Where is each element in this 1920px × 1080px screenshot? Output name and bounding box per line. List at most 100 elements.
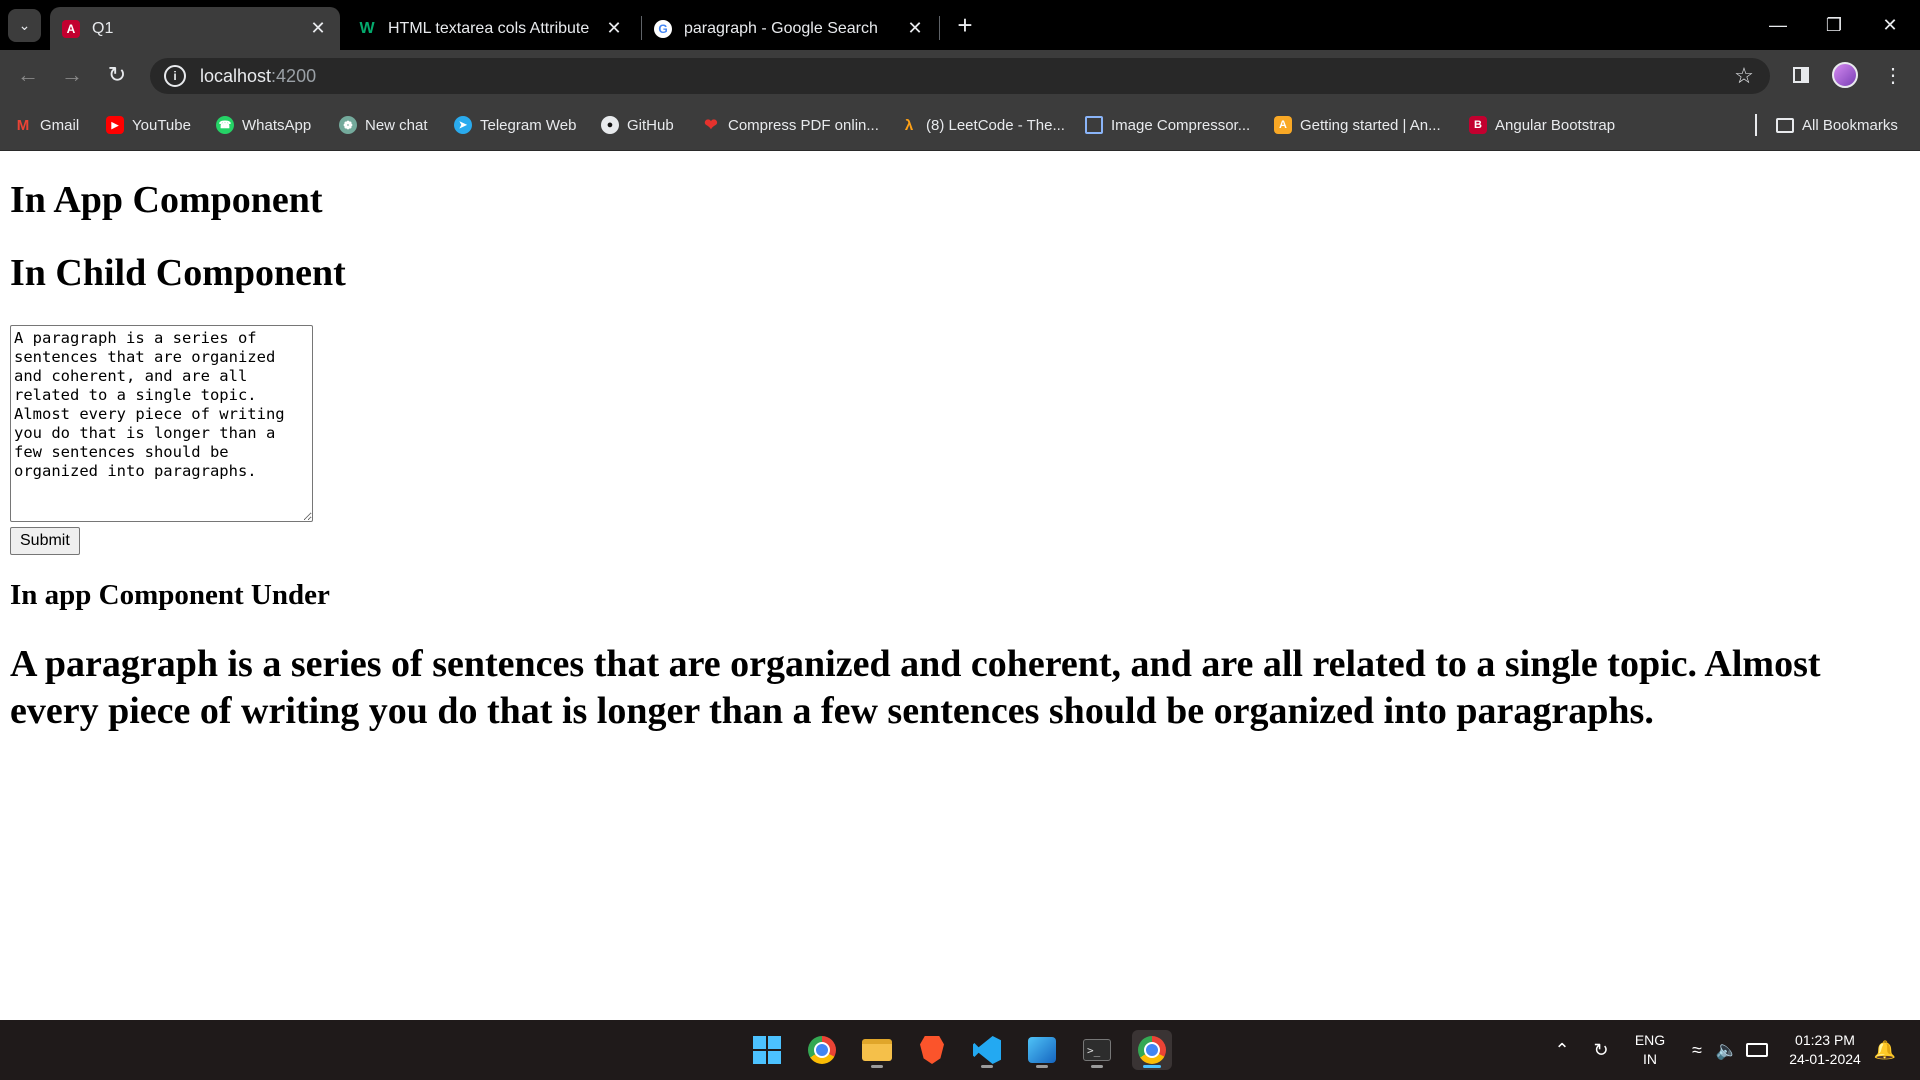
w3schools-icon: W <box>359 19 375 37</box>
taskbar-chrome[interactable] <box>802 1030 842 1070</box>
vscode-icon <box>973 1036 1001 1064</box>
back-button[interactable]: ← <box>12 59 44 91</box>
app-component-under-heading: In app Component Under <box>10 579 330 611</box>
arrow-left-icon: ← <box>17 62 39 87</box>
tab-html-textarea[interactable]: W HTML textarea cols Attribute ✕ <box>346 7 636 50</box>
restore-button[interactable]: ❐ <box>1806 0 1862 50</box>
brave-icon <box>920 1036 944 1064</box>
taskbar-file-explorer[interactable] <box>857 1030 897 1070</box>
taskbar-brave[interactable] <box>912 1030 952 1070</box>
taskbar-terminal[interactable]: >_ <box>1077 1030 1117 1070</box>
tab-title: HTML textarea cols Attribute <box>388 19 590 37</box>
bookmark-gmail[interactable]: M Gmail <box>14 114 79 136</box>
side-panel-button[interactable] <box>1785 59 1817 91</box>
angular-shield-icon: A <box>1274 116 1292 134</box>
tray-volume[interactable]: 🔈 <box>1714 1020 1740 1080</box>
close-icon[interactable]: ✕ <box>308 18 328 39</box>
app-component-heading: In App Component <box>10 179 323 221</box>
forward-button[interactable]: → <box>56 59 88 91</box>
battery-icon <box>1746 1043 1768 1057</box>
all-bookmarks-button[interactable]: All Bookmarks <box>1776 114 1898 136</box>
close-icon[interactable]: ✕ <box>905 18 925 39</box>
bookmark-telegram[interactable]: ➤ Telegram Web <box>454 114 576 136</box>
side-panel-icon <box>1793 67 1809 83</box>
chatgpt-icon: ❁ <box>339 116 357 134</box>
compress-pdf-icon: ❤ <box>704 117 718 134</box>
new-tab-button[interactable]: + <box>950 10 980 40</box>
url-host: localhost <box>200 65 272 86</box>
tray-wifi[interactable]: ≈ <box>1684 1020 1710 1080</box>
chrome-icon <box>808 1036 836 1064</box>
kebab-menu-icon: ⋮ <box>1883 64 1903 87</box>
leetcode-icon: λ <box>904 116 914 134</box>
bookmark-angular-bootstrap[interactable]: B Angular Bootstrap <box>1469 114 1615 136</box>
bookmarks-divider <box>1755 114 1757 136</box>
minimize-button[interactable]: — <box>1750 0 1806 50</box>
bookmark-compress-pdf[interactable]: ❤ Compress PDF onlin... <box>702 114 879 136</box>
tab-google-search[interactable]: G paragraph - Google Search ✕ <box>642 7 937 50</box>
tab-title: Q1 <box>92 19 114 37</box>
bookmark-star-icon[interactable]: ☆ <box>1730 62 1758 90</box>
close-icon[interactable]: ✕ <box>604 18 624 39</box>
angular-icon: A <box>62 19 80 38</box>
chevron-up-icon: ⌃ <box>1554 1039 1570 1060</box>
taskbar-vscode[interactable] <box>967 1030 1007 1070</box>
folder-icon <box>1776 117 1794 133</box>
close-icon: ✕ <box>1882 14 1898 35</box>
photos-icon <box>1028 1037 1056 1063</box>
menu-button[interactable]: ⋮ <box>1877 59 1909 91</box>
bookmark-leetcode[interactable]: λ (8) LeetCode - The... <box>900 114 1065 136</box>
submit-button[interactable]: Submit <box>10 527 80 555</box>
paragraph-textarea[interactable]: A paragraph is a series of sentences tha… <box>10 325 313 522</box>
tab-title: paragraph - Google Search <box>684 19 878 37</box>
bookmark-github[interactable]: ● GitHub <box>601 114 674 136</box>
tray-sync[interactable]: ↻ <box>1588 1020 1614 1080</box>
terminal-icon: >_ <box>1083 1039 1111 1061</box>
telegram-icon: ➤ <box>454 116 472 134</box>
volume-icon: 🔈 <box>1715 1039 1739 1060</box>
image-compressor-icon <box>1085 116 1103 134</box>
youtube-icon: ▶ <box>106 116 124 134</box>
sync-icon: ↻ <box>1593 1039 1609 1060</box>
clock[interactable]: 01:23 PM 24-01-2024 <box>1780 1031 1870 1069</box>
bootstrap-icon: B <box>1469 116 1487 134</box>
start-button[interactable] <box>747 1030 787 1070</box>
bookmarks-bar: M Gmail ▶ YouTube ☎ WhatsApp ❁ New chat … <box>0 100 1920 151</box>
bookmark-youtube[interactable]: ▶ YouTube <box>106 114 191 136</box>
minimize-icon: — <box>1769 14 1787 35</box>
bookmark-new-chat[interactable]: ❁ New chat <box>339 114 428 136</box>
tab-divider <box>939 16 940 40</box>
bookmark-image-compressor[interactable]: Image Compressor... <box>1085 114 1250 136</box>
google-icon: G <box>654 19 672 38</box>
windows-taskbar: >_ ⌃ ↻ ENG IN ≈ 🔈 01:23 PM 24-01-2024 🔔 <box>0 1020 1920 1080</box>
window-close-button[interactable]: ✕ <box>1862 0 1918 50</box>
tab-strip: ⌄ A Q1 ✕ W HTML textarea cols Attribute … <box>0 0 1920 50</box>
bell-icon: 🔔 <box>1873 1039 1897 1060</box>
gmail-icon: M <box>16 116 30 134</box>
bookmark-getting-started[interactable]: A Getting started | An... <box>1274 114 1441 136</box>
tab-search-button[interactable]: ⌄ <box>8 9 41 42</box>
bookmark-whatsapp[interactable]: ☎ WhatsApp <box>216 114 311 136</box>
child-component-heading: In Child Component <box>10 252 346 294</box>
notification-button[interactable]: 🔔 <box>1872 1020 1898 1080</box>
chevron-down-icon: ⌄ <box>18 17 31 33</box>
plus-icon: + <box>957 9 973 40</box>
reload-button[interactable]: ↻ <box>101 59 133 91</box>
taskbar-chrome-active[interactable] <box>1132 1030 1172 1070</box>
taskbar-photos[interactable] <box>1022 1030 1062 1070</box>
tray-battery[interactable] <box>1744 1020 1770 1080</box>
arrow-right-icon: → <box>61 62 83 87</box>
wifi-icon: ≈ <box>1692 1039 1702 1060</box>
chrome-active-icon <box>1138 1036 1166 1064</box>
language-indicator[interactable]: ENG IN <box>1630 1031 1670 1069</box>
file-explorer-icon <box>862 1039 892 1061</box>
tab-q1[interactable]: A Q1 ✕ <box>50 7 340 50</box>
tray-overflow-button[interactable]: ⌃ <box>1550 1020 1574 1080</box>
reload-icon: ↻ <box>107 62 127 87</box>
url-port: :4200 <box>271 65 317 86</box>
browser-toolbar: ← → ↻ i localhost :4200 ☆ ⋮ <box>0 50 1920 100</box>
site-info-icon[interactable]: i <box>164 65 186 87</box>
github-icon: ● <box>601 116 619 134</box>
address-bar[interactable]: i localhost :4200 ☆ <box>150 58 1770 94</box>
profile-avatar[interactable] <box>1832 62 1858 88</box>
